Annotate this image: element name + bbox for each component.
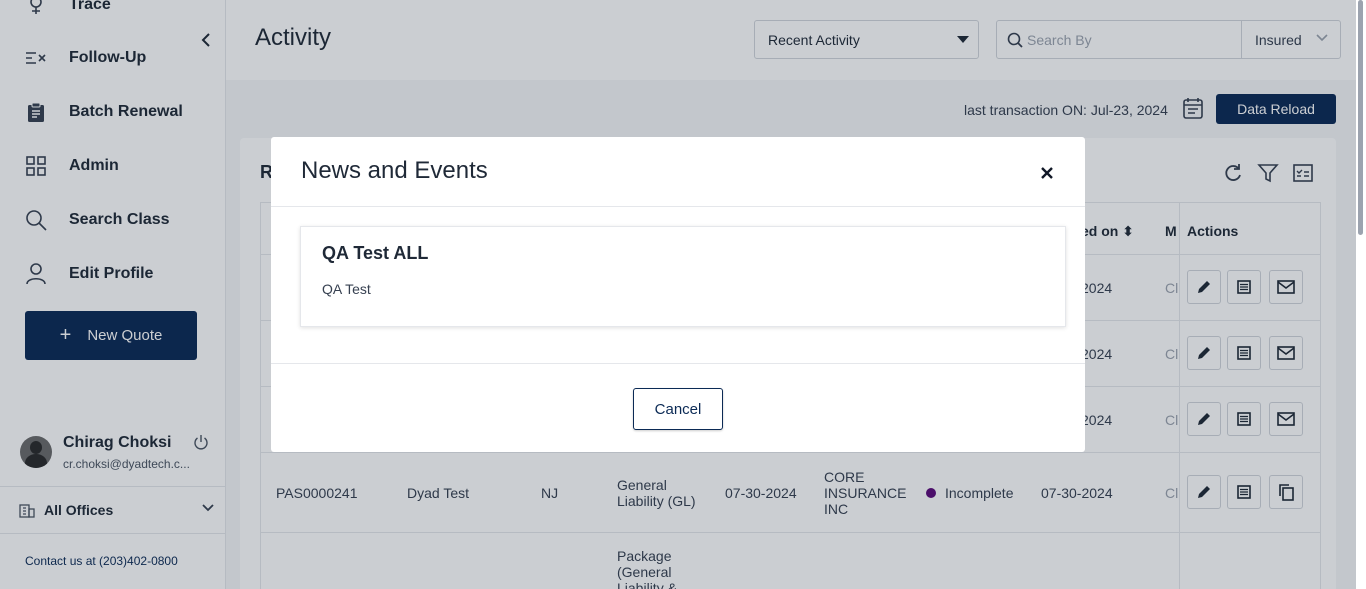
modal-title: News and Events bbox=[301, 157, 488, 184]
modal-footer: Cancel bbox=[271, 363, 1085, 452]
news-events-modal: News and Events QA Test ALL QA Test Canc… bbox=[271, 137, 1085, 452]
modal-header: News and Events bbox=[271, 137, 1085, 207]
news-item: QA Test ALL QA Test bbox=[300, 226, 1066, 327]
news-item-title: QA Test ALL bbox=[322, 243, 429, 263]
close-icon bbox=[1041, 167, 1053, 179]
news-item-body: QA Test bbox=[322, 281, 371, 297]
cancel-button[interactable]: Cancel bbox=[633, 388, 723, 430]
scrollbar-thumb[interactable] bbox=[1358, 0, 1363, 235]
close-button[interactable] bbox=[1036, 162, 1058, 184]
